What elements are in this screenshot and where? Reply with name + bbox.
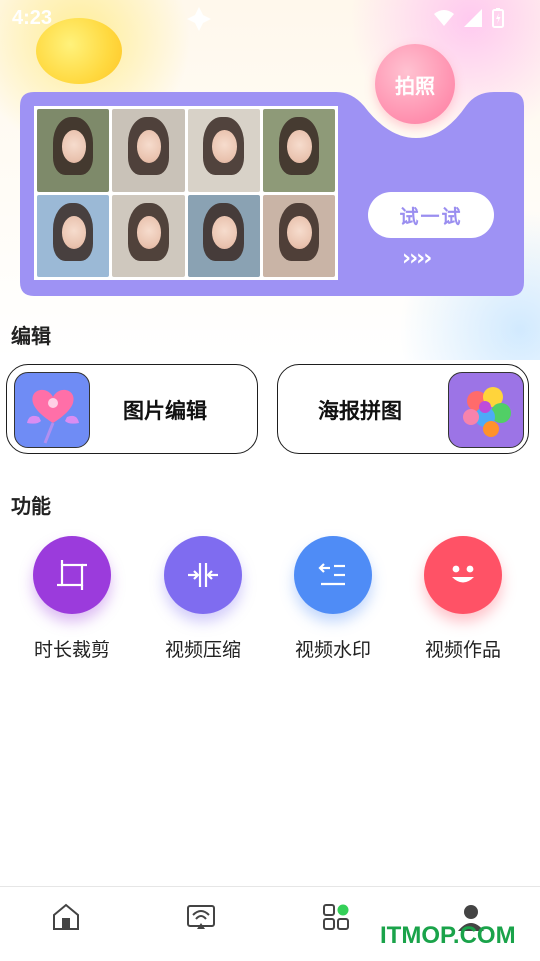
collage-photo — [262, 194, 335, 277]
home-icon[interactable] — [50, 901, 82, 933]
color-cubes-icon — [448, 372, 524, 448]
battery-icon — [492, 8, 504, 28]
edit-section-title: 编辑 — [11, 324, 51, 348]
arrows-indicator: ›››› — [402, 246, 432, 271]
collage-photo — [37, 109, 110, 192]
watermark-icon — [294, 536, 372, 614]
site-watermark: ITMOP.COM — [380, 922, 516, 949]
camera-banner[interactable]: 拍照 试一试 ›››› — [18, 44, 526, 298]
signal-icon — [464, 9, 482, 27]
try-button[interactable]: 试一试 — [368, 192, 494, 238]
collage-photo — [262, 109, 335, 192]
function-section-title: 功能 — [11, 494, 51, 518]
video-works-item[interactable]: 视频作品 — [408, 536, 518, 662]
collage-photo — [37, 194, 110, 277]
trim-duration-label: 时长裁剪 — [33, 639, 110, 661]
video-compress-item[interactable]: 视频压缩 — [148, 536, 258, 662]
video-works-label: 视频作品 — [424, 639, 501, 661]
trim-duration-item[interactable]: 时长裁剪 — [17, 536, 127, 662]
status-time: 4:23 — [12, 7, 53, 29]
brightness-icon — [187, 7, 211, 31]
smile-icon — [424, 536, 502, 614]
apps-grid-icon[interactable] — [320, 901, 352, 933]
image-edit-card[interactable]: 图片编辑 — [6, 364, 258, 454]
collage-photo — [187, 109, 260, 192]
poster-collage-label: 海报拼图 — [318, 399, 402, 423]
collage-photo — [112, 194, 185, 277]
video-compress-label: 视频压缩 — [164, 639, 241, 661]
screen-cast-icon[interactable] — [185, 901, 217, 933]
image-edit-label: 图片编辑 — [123, 399, 207, 423]
status-icons — [434, 8, 504, 28]
status-bar: 4:23 — [0, 0, 540, 36]
poster-collage-card[interactable]: 海报拼图 — [277, 364, 529, 454]
collage-photo — [112, 109, 185, 192]
photo-collage — [34, 106, 338, 280]
collage-photo — [187, 194, 260, 277]
heart-balloon-icon — [14, 372, 90, 448]
crop-icon — [33, 536, 111, 614]
wifi-icon — [434, 10, 454, 26]
compress-icon — [164, 536, 242, 614]
take-photo-badge[interactable]: 拍照 — [375, 44, 455, 124]
video-watermark-label: 视频水印 — [294, 639, 371, 661]
video-watermark-item[interactable]: 视频水印 — [278, 536, 388, 662]
